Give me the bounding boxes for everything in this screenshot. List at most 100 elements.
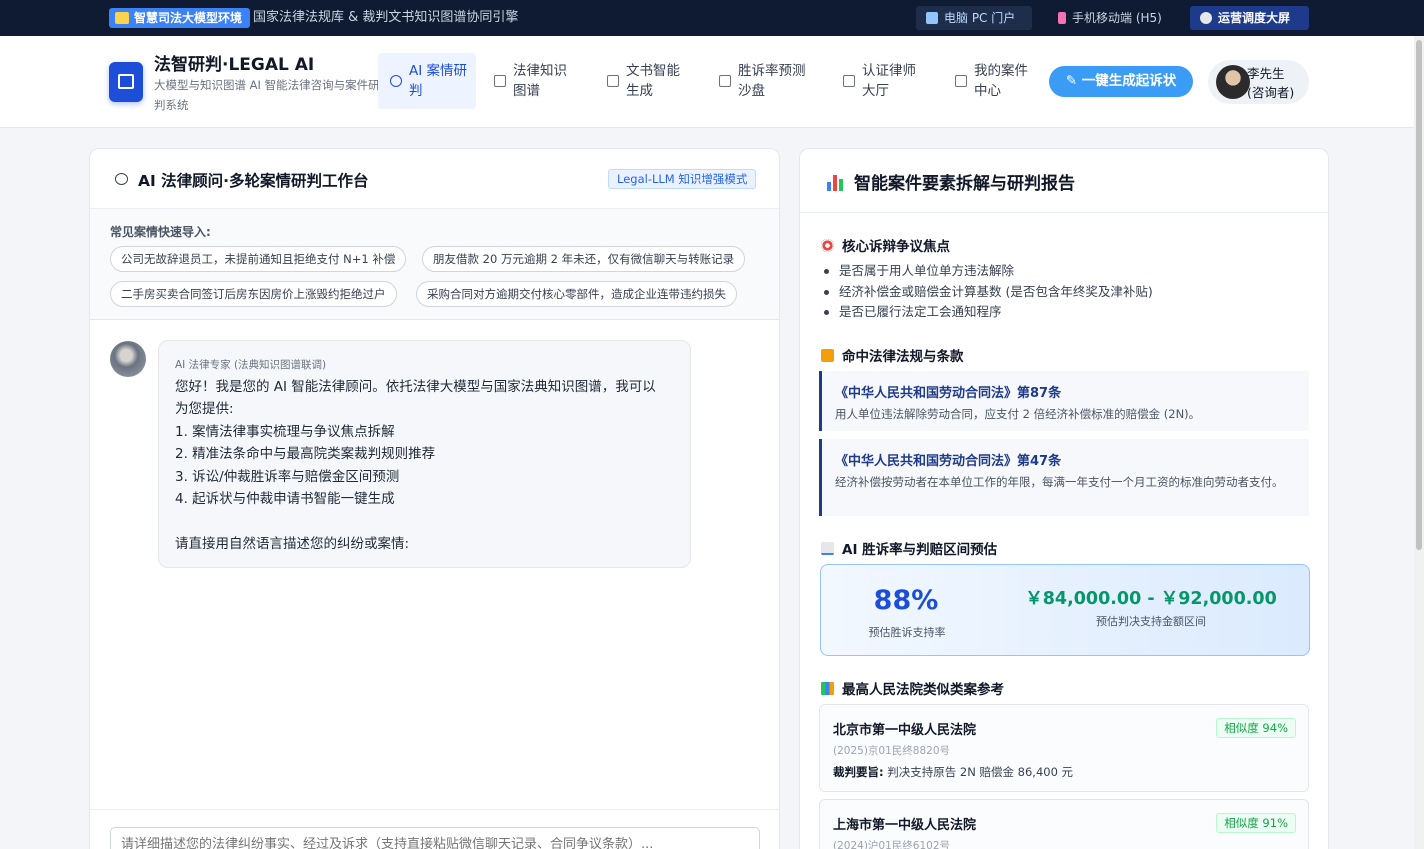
- laws-title-label: 命中法律法规与条款: [842, 349, 964, 365]
- case-number: (2025)京01民终8820号: [833, 745, 950, 757]
- environment-badge: 智慧司法大模型环境: [109, 8, 251, 28]
- nav-label: 我的案件中心: [974, 63, 1028, 99]
- user-name-block: 李先生 (咨询者): [1247, 64, 1309, 102]
- message-line: 为您提供:: [175, 401, 234, 418]
- user-icon: [843, 75, 855, 87]
- gear-icon: [1200, 12, 1212, 24]
- mobile-icon: [1058, 12, 1066, 24]
- case-description-input[interactable]: [110, 827, 760, 849]
- law-card[interactable]: 《中华人民共和国劳动合同法》第87条 用人单位违法解除劳动合同，应支付 2 倍经…: [819, 371, 1309, 431]
- nav-label: 法律知识图谱: [513, 63, 567, 99]
- case-gist-label: 裁判要旨:: [833, 765, 884, 779]
- mode-badge: Legal-LLM 知识增强模式: [608, 169, 757, 189]
- list-item: 经济补偿金或赔偿金计算基数 (是否包含年终奖及津补贴): [821, 282, 1153, 303]
- user-name: 李先生: [1247, 66, 1285, 81]
- folder-icon: [955, 75, 967, 87]
- list-item: 是否已履行法定工会通知程序: [821, 302, 1153, 323]
- scales-icon: [821, 348, 834, 362]
- analysis-report-panel: 智能案件要素拆解与研判报告 核心诉辩争议焦点 是否属于用人单位单方违法解除 经济…: [799, 148, 1329, 849]
- message-line: 1. 案情法律事实梳理与争议焦点拆解: [175, 423, 395, 440]
- cases-title-label: 最高人民法院类似类案参考: [842, 682, 1004, 698]
- message-line: 您好！我是您的 AI 智能法律顾问。依托法律大模型与国家法典知识图谱，我可以: [175, 379, 656, 395]
- nav-label: 胜诉率预测沙盘: [738, 63, 806, 99]
- chat-workbench-panel: AI 法律顾问·多轮案情研判工作台 Legal-LLM 知识增强模式 常见案情快…: [89, 148, 780, 849]
- pc-portal-link[interactable]: 电脑 PC 门户: [916, 6, 1032, 30]
- law-title: 《中华人民共和国劳动合同法》第87条: [835, 386, 1062, 401]
- case-court: 北京市第一中级人民法院: [833, 723, 977, 738]
- win-rate-value: 88%: [873, 585, 939, 616]
- disputes-list: 是否属于用人单位单方违法解除 经济补偿金或赔偿金计算基数 (是否包含年终奖及津补…: [821, 261, 1153, 323]
- document-icon: [607, 75, 619, 87]
- message-sender: AI 法律专家 (法典知识图谱联调): [175, 359, 327, 371]
- nav-knowledge-graph[interactable]: 法律知识图谱: [482, 53, 582, 109]
- quick-case-chip[interactable]: 公司无故辞退员工，未提前通知且拒绝支付 N+1 补偿: [110, 246, 407, 272]
- prediction-section-title: AI 胜诉率与判赔区间预估: [821, 538, 997, 558]
- law-description: 用人单位违法解除劳动合同，应支付 2 倍经济补偿标准的赔偿金 (2N)。: [835, 407, 1201, 421]
- nav-label: 文书智能生成: [626, 63, 680, 99]
- case-number: (2024)沪01民终6102号: [833, 840, 950, 849]
- law-card[interactable]: 《中华人民共和国劳动合同法》第47条 经济补偿按劳动者在本单位工作的年限，每满一…: [819, 439, 1309, 516]
- brand-title: 法智研判·LEGAL AI: [154, 55, 315, 75]
- ai-expert-avatar: [110, 341, 146, 377]
- nav-document-generation[interactable]: 文书智能生成: [595, 53, 695, 109]
- workbench-header: AI 法律顾问·多轮案情研判工作台 Legal-LLM 知识增强模式: [90, 149, 779, 209]
- disputes-title-label: 核心诉辩争议焦点: [842, 239, 950, 255]
- app-logo[interactable]: [109, 62, 143, 102]
- generate-complaint-button[interactable]: ✎ 一键生成起诉状: [1049, 66, 1193, 97]
- desktop-icon: [926, 12, 938, 24]
- nav-ai-case-analysis[interactable]: AI 案情研判: [378, 53, 476, 109]
- award-range-value: ￥84,000.00 - ￥92,000.00: [1025, 589, 1277, 609]
- target-icon: [821, 238, 834, 252]
- quick-case-chip[interactable]: 采购合同对方逾期交付核心零部件，造成企业连带违约损失: [416, 281, 737, 307]
- scrollbar-thumb[interactable]: [1416, 40, 1422, 550]
- user-profile[interactable]: 李先生 (咨询者): [1208, 60, 1309, 104]
- share-icon: [494, 75, 506, 87]
- ops-dashboard-button[interactable]: 运营调度大屏: [1190, 6, 1309, 30]
- list-item: 是否属于用人单位单方违法解除: [821, 261, 1153, 282]
- nav-label: AI 案情研判: [409, 63, 468, 99]
- cases-section-title: 最高人民法院类似类案参考: [821, 678, 1004, 698]
- similar-case-card[interactable]: 上海市第一中级人民法院 相似度 91% (2024)沪01民终6102号: [819, 799, 1309, 849]
- prediction-card: 88% 预估胜诉支持率 ￥84,000.00 - ￥92,000.00 预估判决…: [820, 564, 1310, 656]
- message-line: 3. 诉讼/仲裁胜诉率与赔偿金区间预测: [175, 468, 400, 485]
- generate-complaint-label: 一键生成起诉状: [1081, 73, 1177, 89]
- disputes-section-title: 核心诉辩争议焦点: [821, 235, 950, 255]
- pen-icon: ✎: [1065, 73, 1078, 89]
- quick-case-chip[interactable]: 朋友借款 20 万元逾期 2 年未还，仅有微信聊天与转账记录: [422, 246, 746, 272]
- law-description: 经济补偿按劳动者在本单位工作的年限，每满一年支付一个月工资的标准向劳动者支付。: [835, 475, 1284, 489]
- top-bar: 智慧司法大模型环境 国家法律法规库 & 裁判文书知识图谱协同引擎 电脑 PC 门…: [0, 0, 1424, 36]
- mobile-h5-label: 手机移动端 (H5): [1072, 11, 1162, 25]
- law-title: 《中华人民共和国劳动合同法》第47条: [835, 454, 1062, 469]
- nav-label: 认证律师大厅: [862, 63, 916, 99]
- quick-case-chip[interactable]: 二手房买卖合同签订后房东因房价上涨毁约拒绝过户: [110, 281, 397, 307]
- environment-badge-label: 智慧司法大模型环境: [134, 11, 243, 25]
- trend-chart-icon: [821, 541, 834, 555]
- books-icon: [821, 681, 834, 695]
- bar-chart-icon: [826, 173, 844, 191]
- main-header: 法智研判·LEGAL AI 大模型与知识图谱 AI 智能法律咨询与案件研判系统 …: [0, 36, 1424, 128]
- award-range-label: 预估判决支持金额区间: [1096, 615, 1206, 628]
- chat-icon: [115, 173, 128, 185]
- quick-import-section: 常见案情快速导入: 公司无故辞退员工，未提前通知且拒绝支付 N+1 补偿 朋友借…: [90, 209, 779, 320]
- message-line: [175, 510, 674, 532]
- chart-icon: [719, 75, 731, 87]
- laws-section-title: 命中法律法规与条款: [821, 345, 964, 365]
- nav-lawyer-hall[interactable]: 认证律师大厅: [831, 53, 931, 109]
- pc-portal-label: 电脑 PC 门户: [944, 11, 1016, 25]
- nav-win-rate-sandbox[interactable]: 胜诉率预测沙盘: [707, 53, 822, 109]
- quick-import-label: 常见案情快速导入:: [110, 225, 211, 239]
- avatar: [1216, 65, 1250, 99]
- ops-dashboard-label: 运营调度大屏: [1218, 11, 1291, 25]
- case-gist-text: 判决支持原告 2N 赔偿金 86,400 元: [887, 765, 1074, 779]
- chat-input-area: [90, 809, 779, 849]
- nav-my-cases[interactable]: 我的案件中心: [943, 53, 1043, 109]
- logo-mark-icon: [118, 74, 134, 89]
- top-bar-subtitle: 国家法律法规库 & 裁判文书知识图谱协同引擎: [253, 10, 519, 25]
- mobile-h5-link[interactable]: 手机移动端 (H5): [1048, 6, 1178, 30]
- brand-subtitle: 大模型与知识图谱 AI 智能法律咨询与案件研判系统: [154, 78, 380, 112]
- similarity-badge: 相似度 91%: [1216, 813, 1296, 833]
- similarity-badge: 相似度 94%: [1216, 718, 1296, 738]
- prediction-title-label: AI 胜诉率与判赔区间预估: [842, 542, 998, 558]
- similar-case-card[interactable]: 北京市第一中级人民法院 相似度 94% (2025)京01民终8820号 裁判要…: [819, 704, 1309, 792]
- scales-icon: [115, 12, 129, 24]
